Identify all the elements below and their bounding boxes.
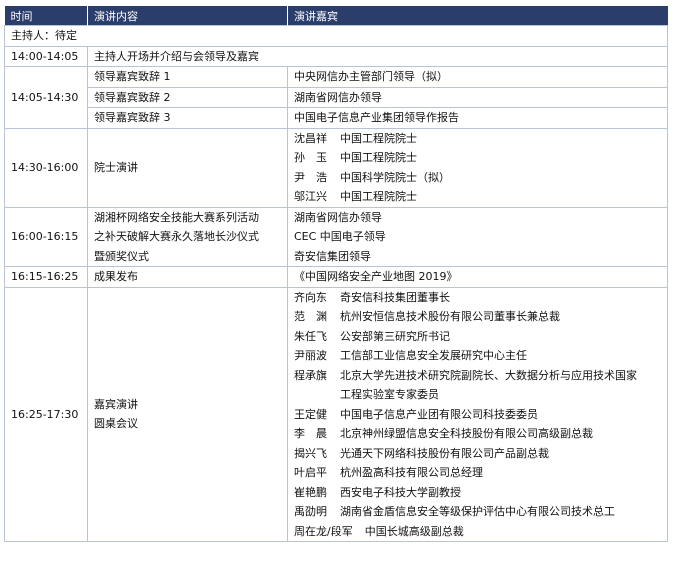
guest-title: 光通天下网络科技股份有限公司产品副总裁 bbox=[340, 446, 549, 460]
guest-title: 中国工程院院士 bbox=[340, 190, 417, 203]
content-cell: 领导嘉宾致辞 3 bbox=[87, 107, 288, 129]
table-row: 领导嘉宾致辞 2 湖南省网信办领导 bbox=[5, 86, 668, 108]
guest-name: 李 晨 bbox=[294, 427, 327, 440]
guest-title: 西安电子科技大学副教授 bbox=[340, 485, 461, 499]
header-row: 时间 演讲内容 演讲嘉宾 bbox=[4, 6, 668, 26]
guest-title: 奇安信科技集团董事长 bbox=[340, 290, 450, 304]
table-row: 16:25-17:30 嘉宾演讲 圆桌会议 齐向东 奇安信科技集团董事长 范 渊杭… bbox=[4, 286, 668, 542]
time-cell: 16:00-16:15 bbox=[4, 206, 88, 267]
table-row: 领导嘉宾致辞 3 中国电子信息产业集团领导作报告 bbox=[5, 107, 668, 129]
guest-line: 崔艳鹏 西安电子科技大学副教授 bbox=[294, 483, 667, 503]
guest-line: 李 晨北京神州绿盟信息安全科技股份有限公司高级副总裁 bbox=[294, 424, 667, 444]
guest-line: 周在龙/段军 中国长城高级副总裁 bbox=[294, 522, 667, 541]
guest-name: 尹 浩 bbox=[294, 170, 327, 184]
guest-title: 北京大学先进技术研究院副院长、大数据分析与应用技术国家 bbox=[340, 368, 637, 382]
guest-line: 禹劭明 湖南省金盾信息安全等级保护评估中心有限公司技术总工 bbox=[294, 502, 667, 522]
guest-title: 工程实验室专家委员 bbox=[340, 388, 439, 401]
guest-title: 中国工程院院士 bbox=[340, 151, 417, 164]
table-row: 16:15-16:25 成果发布 《中国网络安全产业地图 2019》 bbox=[4, 266, 668, 288]
content-cell: 成果发布 bbox=[87, 266, 288, 288]
content-cell: 湖湘杯网络安全技能大赛系列活动 之补天破解大赛永久落地长沙仪式 暨颁奖仪式 bbox=[87, 206, 288, 267]
guest-name: 程承旗 bbox=[294, 368, 327, 382]
guest-name: 叶启平 bbox=[294, 466, 327, 479]
content-line: 嘉宾演讲 bbox=[94, 397, 138, 411]
guest-name: 沈昌祥 bbox=[294, 131, 327, 145]
time-cell: 16:25-17:30 bbox=[4, 286, 88, 542]
guest-cell: 湖南省网信办领导 CEC 中国电子领导 奇安信集团领导 bbox=[287, 206, 668, 267]
guest-title: 中国电子信息产业团有限公司科技委委员 bbox=[340, 407, 538, 421]
guest-name: 范 渊 bbox=[294, 310, 327, 323]
content-line: 湖湘杯网络安全技能大赛系列活动 bbox=[94, 210, 259, 224]
guest-line: 揭兴飞 光通天下网络科技股份有限公司产品副总裁 bbox=[294, 444, 667, 464]
content-cell: 院士演讲 bbox=[87, 127, 288, 208]
guest-cell: 《中国网络安全产业地图 2019》 bbox=[287, 266, 668, 288]
guest-line: 朱任飞 公安部第三研究所书记 bbox=[294, 327, 667, 347]
guest-line: 范 渊杭州安恒信息技术股份有限公司董事长兼总裁 bbox=[294, 307, 667, 327]
guest-line: 尹 浩中国科学院院士（拟） bbox=[294, 168, 667, 188]
guest-line: 齐向东 奇安信科技集团董事长 bbox=[294, 288, 667, 307]
header-time: 时间 bbox=[4, 6, 88, 26]
guest-line: CEC 中国电子领导 bbox=[294, 230, 386, 243]
host-row: 主持人：待定 bbox=[4, 25, 668, 47]
guest-name: 禹劭明 bbox=[294, 505, 327, 518]
guest-name: 揭兴飞 bbox=[294, 446, 327, 460]
guest-name: 王定健 bbox=[294, 407, 327, 421]
guest-title: 工信部工业信息安全发展研究中心主任 bbox=[340, 349, 527, 362]
guest-cell: 中国电子信息产业集团领导作报告 bbox=[287, 107, 668, 129]
guest-line: 叶启平 杭州盈高科技有限公司总经理 bbox=[294, 463, 667, 483]
table-row: 14:00-14:05 主持人开场并介绍与会领导及嘉宾 bbox=[4, 45, 668, 67]
guest-name: 周在龙/段军 bbox=[294, 524, 353, 538]
content-cell: 主持人开场并介绍与会领导及嘉宾 bbox=[87, 45, 668, 67]
guest-title: 中国工程院院士 bbox=[340, 131, 417, 145]
time-cell: 14:05-14:30 bbox=[4, 66, 88, 129]
guest-name: 孙 玉 bbox=[294, 151, 327, 164]
content-cell: 嘉宾演讲 圆桌会议 bbox=[87, 286, 288, 542]
guest-line: 湖南省网信办领导 bbox=[294, 210, 382, 224]
table-row: 14:30-16:00 院士演讲 沈昌祥 中国工程院院士 孙 玉中国工程院院士 尹… bbox=[4, 127, 668, 208]
content-line: 之补天破解大赛永久落地长沙仪式 bbox=[94, 230, 259, 243]
guest-cell: 湖南省网信办领导 bbox=[287, 86, 668, 108]
guest-title: 中国科学院院士（拟） bbox=[340, 170, 450, 184]
header-content: 演讲内容 bbox=[87, 6, 288, 26]
guest-title: 杭州盈高科技有限公司总经理 bbox=[340, 466, 483, 479]
host-cell: 主持人：待定 bbox=[4, 25, 668, 47]
guest-name: 尹丽波 bbox=[294, 349, 327, 362]
guest-name: 邬江兴 bbox=[294, 190, 327, 203]
content-cell: 领导嘉宾致辞 1 bbox=[87, 66, 288, 88]
content-line: 暨颁奖仪式 bbox=[94, 249, 149, 263]
guest-line: 奇安信集团领导 bbox=[294, 249, 371, 263]
guest-line: 尹丽波 工信部工业信息安全发展研究中心主任 bbox=[294, 346, 667, 366]
guest-line: 王定健 中国电子信息产业团有限公司科技委委员 bbox=[294, 405, 667, 425]
time-cell: 14:00-14:05 bbox=[4, 45, 88, 67]
agenda-table: 时间 演讲内容 演讲嘉宾 主持人：待定 14:00-14:05 主持人开场并介绍… bbox=[4, 6, 668, 542]
guest-cell: 齐向东 奇安信科技集团董事长 范 渊杭州安恒信息技术股份有限公司董事长兼总裁 朱任… bbox=[287, 286, 668, 542]
header-guest: 演讲嘉宾 bbox=[287, 6, 668, 26]
content-cell: 领导嘉宾致辞 2 bbox=[87, 86, 288, 108]
guest-name: 齐向东 bbox=[294, 290, 327, 304]
guest-line: 工程实验室专家委员 bbox=[294, 385, 667, 405]
guest-title: 北京神州绿盟信息安全科技股份有限公司高级副总裁 bbox=[340, 427, 593, 440]
guest-cell: 中央网信办主管部门领导（拟） bbox=[287, 66, 668, 88]
time-cell: 14:30-16:00 bbox=[4, 127, 88, 208]
time-cell: 16:15-16:25 bbox=[4, 266, 88, 288]
guest-line: 沈昌祥 中国工程院院士 bbox=[294, 129, 667, 148]
agenda-container: 时间 演讲内容 演讲嘉宾 主持人：待定 14:00-14:05 主持人开场并介绍… bbox=[4, 6, 668, 542]
guest-cell: 沈昌祥 中国工程院院士 孙 玉中国工程院院士 尹 浩中国科学院院士（拟） 邬江兴中… bbox=[287, 127, 668, 208]
content-line: 圆桌会议 bbox=[94, 417, 138, 431]
table-row: 14:05-14:30 领导嘉宾致辞 1 中央网信办主管部门领导（拟） bbox=[4, 66, 668, 129]
guest-title: 中国长城高级副总裁 bbox=[364, 524, 464, 538]
guest-title: 公安部第三研究所书记 bbox=[340, 329, 450, 343]
guest-title: 杭州安恒信息技术股份有限公司董事长兼总裁 bbox=[340, 310, 560, 323]
guest-line: 邬江兴 中国工程院院士 bbox=[294, 187, 667, 206]
guest-line: 程承旗 北京大学先进技术研究院副院长、大数据分析与应用技术国家 bbox=[294, 366, 667, 386]
guest-title: 湖南省金盾信息安全等级保护评估中心有限公司技术总工 bbox=[340, 505, 615, 518]
guest-name: 朱任飞 bbox=[294, 329, 327, 343]
guest-name: 崔艳鹏 bbox=[294, 485, 327, 499]
guest-line: 孙 玉中国工程院院士 bbox=[294, 148, 667, 168]
table-row: 16:00-16:15 湖湘杯网络安全技能大赛系列活动 之补天破解大赛永久落地长… bbox=[4, 206, 668, 267]
